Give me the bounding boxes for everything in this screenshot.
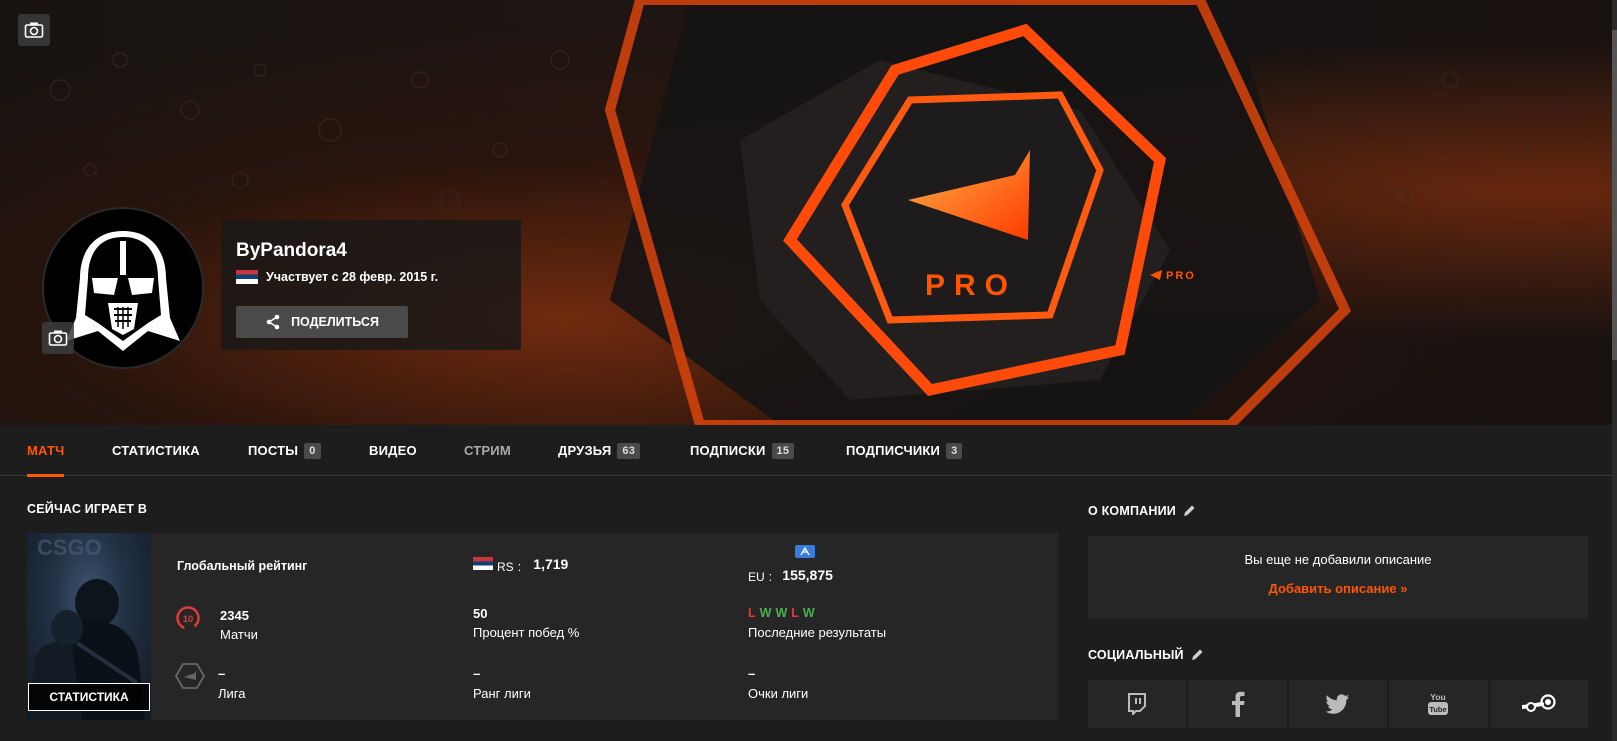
share-button[interactable]: ПОДЕЛИТЬСЯ xyxy=(236,306,408,338)
now-playing-panel: CSGO СТАТИСТИКА Глобальный рейтинг RS : … xyxy=(27,533,1058,720)
now-playing-title: СЕЙЧАС ИГРАЕТ В xyxy=(27,502,148,516)
social-section-title: СОЦИАЛЬНЫЙ xyxy=(1088,648,1204,662)
banner-artwork: PRO PRO xyxy=(49,0,1567,425)
game-cover[interactable]: CSGO СТАТИСТИКА xyxy=(27,533,151,720)
svg-text:You: You xyxy=(1431,692,1446,702)
matches-value: 2345 xyxy=(220,608,249,623)
facebook-icon xyxy=(1231,691,1245,717)
member-since: Участвует с 28 февр. 2015 г. xyxy=(236,270,438,284)
about-title: О КОМПАНИИ xyxy=(1088,504,1176,518)
region-rank: EU : 155,875 xyxy=(748,566,833,585)
region-code: EU xyxy=(748,569,765,584)
level-value: 10 xyxy=(183,614,194,625)
tab-count: 3 xyxy=(946,442,963,459)
steam-link[interactable] xyxy=(1489,680,1589,728)
tab-label: СТРИМ xyxy=(464,443,511,458)
username: ByPandora4 xyxy=(236,240,347,261)
tab-label: ДРУЗЬЯ xyxy=(558,443,612,458)
twitch-link[interactable] xyxy=(1088,680,1187,728)
level-badge-icon: 10 xyxy=(175,605,201,636)
social-title: СОЦИАЛЬНЫЙ xyxy=(1088,648,1184,662)
league-value: – xyxy=(218,666,226,681)
tab-label: ПОДПИСЧИКИ xyxy=(846,443,941,458)
league-points-value: – xyxy=(748,666,756,681)
game-stats-button[interactable]: СТАТИСТИКА xyxy=(28,683,150,711)
result-win: W xyxy=(775,606,788,620)
camera-icon xyxy=(24,22,44,38)
edit-pencil-icon[interactable] xyxy=(1190,648,1204,662)
social-links: You Tube xyxy=(1088,680,1589,728)
about-empty-text: Вы еще не добавили описание xyxy=(1244,552,1432,567)
profile-card: ByPandora4 Участвует с 28 февр. 2015 г. … xyxy=(221,220,521,350)
winrate-label: Процент побед % xyxy=(473,625,580,640)
league-icon xyxy=(174,663,206,694)
steam-icon xyxy=(1521,694,1556,712)
tab-count: 63 xyxy=(617,442,641,459)
tab-count: 15 xyxy=(771,442,795,459)
tab-followers[interactable]: ПОДПИСЧИКИ 3 xyxy=(846,425,963,476)
twitter-link[interactable] xyxy=(1288,680,1388,728)
league-rank-label: Ранг лиги xyxy=(473,686,531,701)
global-rank-label: Глобальный рейтинг xyxy=(177,559,308,573)
tab-video[interactable]: ВИДЕО xyxy=(369,425,417,476)
member-since-text: Участвует с 28 февр. 2015 г. xyxy=(266,270,439,284)
recent-results-label: Последние результаты xyxy=(748,625,887,640)
winrate-value: 50 xyxy=(473,606,488,621)
share-icon xyxy=(266,314,280,330)
vader-helmet-icon xyxy=(66,231,180,351)
tab-label: ПОДПИСКИ xyxy=(690,443,766,458)
profile-tabs: МАТЧ СТАТИСТИКА ПОСТЫ 0 ВИДЕО СТРИМ ДРУЗ… xyxy=(0,425,1617,477)
country-rank-value: 1,719 xyxy=(533,555,569,572)
svg-text:Tube: Tube xyxy=(1430,705,1447,714)
league-points-label: Очки лиги xyxy=(748,686,809,701)
tab-stats[interactable]: СТАТИСТИКА xyxy=(112,425,200,476)
tab-label: ПОСТЫ xyxy=(248,443,299,458)
region-rank-value: 155,875 xyxy=(782,566,833,583)
tab-label: МАТЧ xyxy=(27,443,65,458)
svg-text:CSGO: CSGO xyxy=(37,535,102,560)
tab-match[interactable]: МАТЧ xyxy=(27,425,65,477)
tab-label: СТАТИСТИКА xyxy=(112,443,200,458)
twitter-icon xyxy=(1326,694,1350,714)
tab-label: ВИДЕО xyxy=(369,443,417,458)
youtube-link[interactable]: You Tube xyxy=(1389,680,1488,728)
page-scrollbar[interactable] xyxy=(1612,0,1617,741)
edit-pencil-icon[interactable] xyxy=(1182,504,1196,518)
youtube-icon: You Tube xyxy=(1428,692,1449,715)
add-description-link[interactable]: Добавить описание » xyxy=(1088,581,1588,596)
profile-banner: PRO PRO ByPandora4 Участвует с 28 февр. … xyxy=(0,0,1617,425)
result-loss: L xyxy=(748,606,756,620)
region-rank-icon xyxy=(795,545,815,558)
banner-pro-text: PRO xyxy=(925,269,1017,302)
change-cover-button[interactable] xyxy=(18,14,50,46)
facebook-link[interactable] xyxy=(1188,680,1287,728)
about-section-title: О КОМПАНИИ xyxy=(1088,504,1196,518)
banner-small-pro: PRO xyxy=(1166,270,1196,282)
country-rank: RS : 1,719 xyxy=(473,553,568,574)
recent-results: LWWLW xyxy=(748,606,815,620)
league-label: Лига xyxy=(218,686,246,701)
scrollbar-thumb[interactable] xyxy=(1612,30,1617,360)
tab-posts[interactable]: ПОСТЫ 0 xyxy=(248,425,321,476)
result-win: W xyxy=(802,606,815,620)
twitch-icon xyxy=(1128,693,1147,715)
tab-count: 0 xyxy=(304,442,321,459)
change-avatar-button[interactable] xyxy=(42,322,74,354)
tab-stream[interactable]: СТРИМ xyxy=(464,425,511,476)
tab-following[interactable]: ПОДПИСКИ 15 xyxy=(690,425,795,476)
share-label: ПОДЕЛИТЬСЯ xyxy=(291,315,379,329)
result-loss: L xyxy=(791,606,799,620)
country-code: RS xyxy=(497,559,514,574)
matches-label: Матчи xyxy=(220,627,258,642)
camera-icon xyxy=(48,330,68,346)
serbia-flag-icon xyxy=(236,270,258,284)
serbia-flag-icon xyxy=(473,557,493,570)
about-box: Вы еще не добавили описание Добавить опи… xyxy=(1088,536,1588,619)
result-win: W xyxy=(759,606,772,620)
league-rank-value: – xyxy=(473,666,481,681)
tab-friends[interactable]: ДРУЗЬЯ 63 xyxy=(558,425,641,476)
